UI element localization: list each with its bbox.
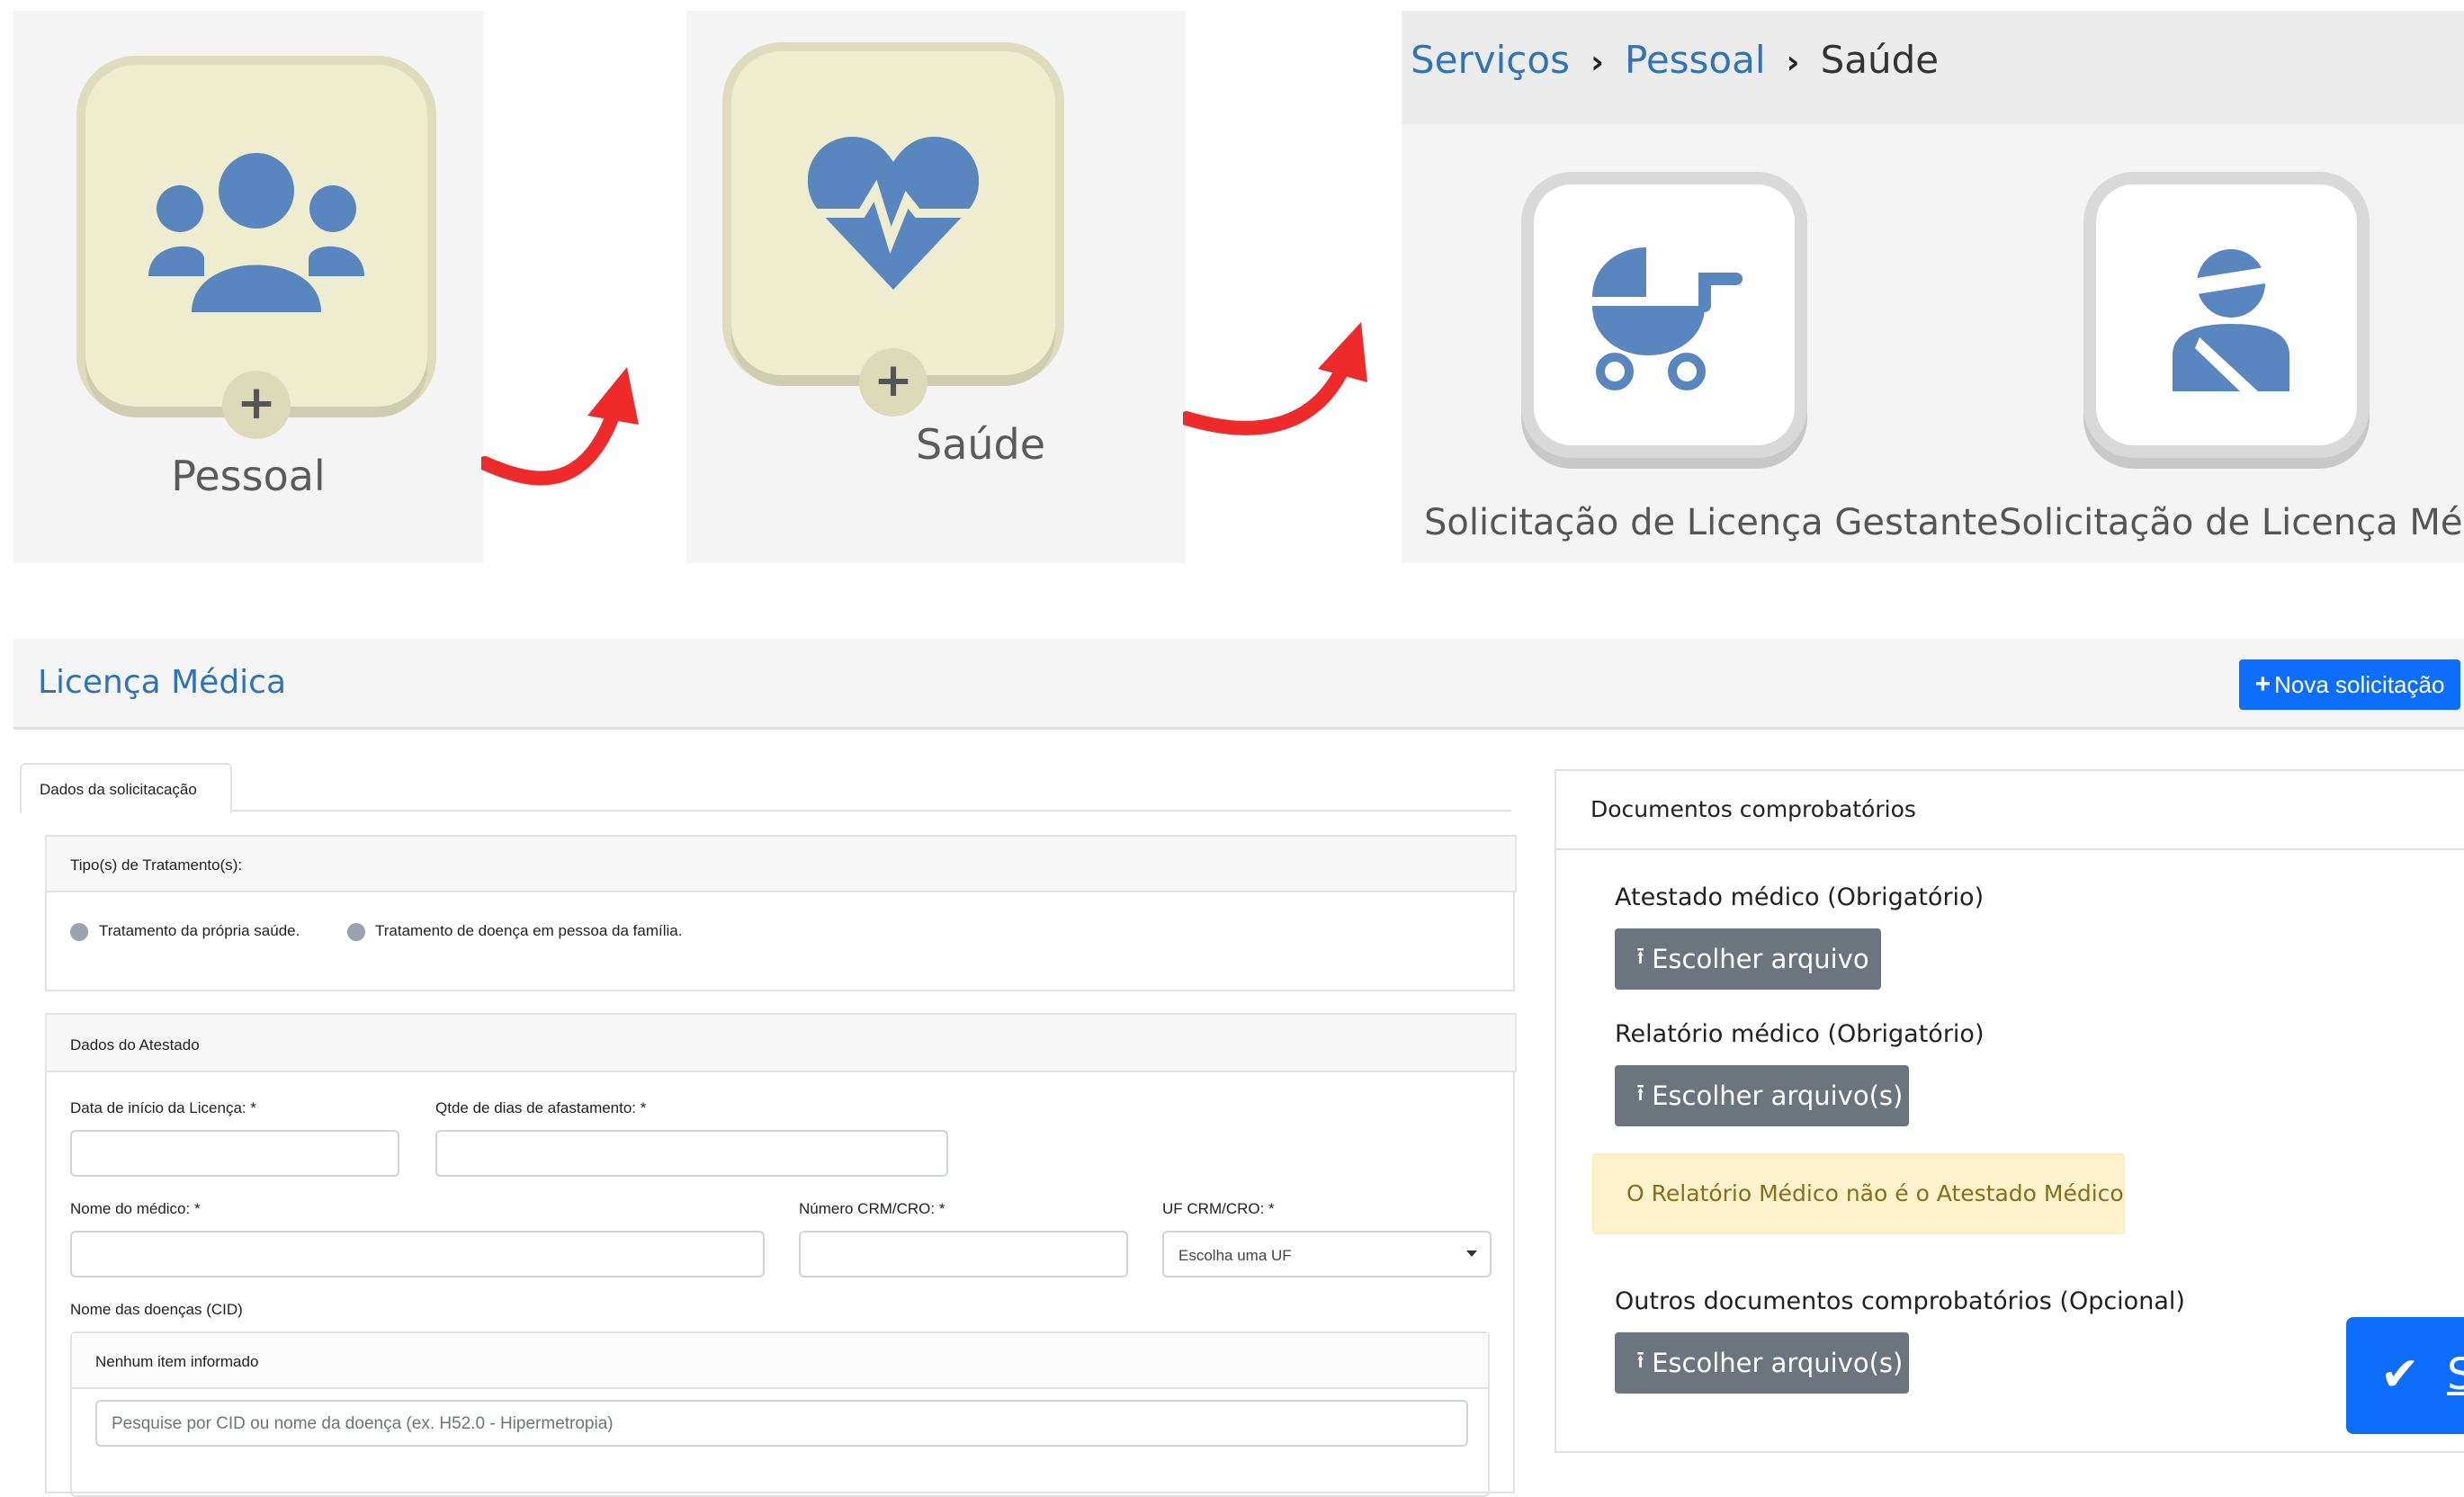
outros-file-button-label: Escolher arquivo(s) [1652, 1348, 1904, 1378]
add-icon: + [222, 371, 291, 439]
days-input[interactable] [435, 1130, 948, 1177]
plus-icon: + [2254, 669, 2271, 699]
heart-pulse-icon [808, 137, 979, 290]
breadcrumb-separator-icon: › [1786, 44, 1800, 81]
radio-family-health[interactable] [347, 923, 365, 941]
radio-own-health[interactable] [70, 923, 88, 941]
check-icon: ✔ [2380, 1348, 2420, 1402]
cid-label: Nome das doenças (CID) [70, 1301, 243, 1318]
radio-own-health-label: Tratamento da própria saúde. [99, 922, 300, 939]
uf-select[interactable]: Escolha uma UF [1162, 1231, 1492, 1277]
cid-box: Nenhum item informado Pesquise por CID o… [70, 1331, 1490, 1497]
caret-down-icon [1466, 1250, 1477, 1257]
warning-alert: O Relatório Médico não é o Atestado Médi… [1592, 1153, 2125, 1234]
pessoal-label: Pessoal [171, 452, 326, 500]
arrow-icon [481, 367, 639, 486]
saude-tile[interactable]: + [731, 51, 1055, 417]
atestado-file-label: Atestado médico (Obrigatório) [1615, 883, 1985, 911]
cid-search-input[interactable]: Pesquise por CID ou nome da doença (ex. … [95, 1400, 1468, 1447]
uf-select-value: Escolha uma UF [1178, 1247, 1292, 1264]
licenca-gestante-tile[interactable] [1534, 184, 1795, 445]
treatment-heading: Tipo(s) de Tratamento(s): [70, 856, 243, 874]
uf-label: UF CRM/CRO: * [1162, 1200, 1275, 1217]
saude-label: Saúde [916, 420, 1046, 469]
licenca-medica-tile[interactable] [2096, 184, 2357, 445]
outros-file-button[interactable]: ⭱ Escolher arquivo(s) [1615, 1332, 1909, 1394]
pessoal-tile[interactable]: + [85, 65, 427, 439]
radio-family-health-label: Tratamento de doença em pessoa da famíli… [375, 922, 683, 939]
treatment-card: Tipo(s) de Tratamento(s): Tratamento da … [45, 835, 1517, 991]
crm-label: Número CRM/CRO: * [799, 1200, 945, 1217]
breadcrumb-pessoal[interactable]: Pessoal [1625, 38, 1766, 82]
relatorio-file-label: Relatório médico (Obrigatório) [1615, 1020, 1985, 1048]
atestado-heading: Dados do Atestado [70, 1036, 200, 1053]
breadcrumb-saude: Saúde [1820, 38, 1940, 82]
upload-icon: ⭱ [1636, 1080, 1645, 1107]
injured-person-icon [2173, 249, 2289, 391]
start-date-label: Data de início da Licença: * [70, 1099, 256, 1116]
users-icon [148, 153, 364, 312]
baby-carriage-icon [1592, 247, 1743, 390]
documents-card: Documentos comprobatórios Atestado médic… [1555, 769, 2464, 1453]
days-label: Qtde de dias de afastamento: * [435, 1099, 647, 1116]
step-saude-panel: + Saúde [686, 11, 1186, 563]
licenca-medica-label[interactable]: Solicitação de Licença Médica [1999, 502, 2464, 543]
form-header: Licença Médica + Nova solicitação [13, 639, 2464, 730]
page-title: Licença Médica [38, 664, 287, 701]
start-date-input[interactable] [70, 1130, 399, 1177]
doctor-input[interactable] [70, 1231, 765, 1277]
atestado-card-header [45, 1013, 1517, 1072]
doctor-label: Nome do médico: * [70, 1200, 201, 1217]
tab-border [230, 810, 1511, 811]
breadcrumb: Serviços › Pessoal › Saúde [1402, 11, 2464, 124]
atestado-card: Dados do Atestado Data de início da Lice… [45, 1013, 1517, 1497]
documents-heading: Documentos comprobatórios [1590, 796, 1916, 822]
relatorio-file-button-label: Escolher arquivo(s) [1652, 1080, 1904, 1111]
arrow-icon [1183, 322, 1367, 435]
atestado-file-button[interactable]: ⭱ Escolher arquivo [1615, 928, 1881, 990]
licenca-gestante-label[interactable]: Solicitação de Licença Gestante [1424, 502, 1999, 543]
atestado-file-button-label: Escolher arquivo [1652, 944, 1869, 974]
upload-icon: ⭱ [1636, 943, 1645, 970]
submit-button[interactable]: ✔ S [2346, 1317, 2464, 1434]
crm-input[interactable] [799, 1231, 1128, 1277]
submit-button-label: S [2447, 1349, 2464, 1400]
new-request-button[interactable]: + Nova solicitação [2239, 659, 2460, 710]
new-request-label: Nova solicitação [2274, 670, 2445, 698]
warning-text: O Relatório Médico não é o Atestado Médi… [1626, 1180, 2124, 1206]
breadcrumb-separator-icon: › [1590, 44, 1604, 81]
breadcrumb-servicos[interactable]: Serviços [1411, 38, 1570, 82]
cid-search-placeholder: Pesquise por CID ou nome da doença (ex. … [112, 1414, 614, 1433]
add-icon: + [859, 348, 927, 417]
cid-empty-text: Nenhum item informado [95, 1353, 259, 1370]
tab-dados-da-solicitacao[interactable]: Dados da solicitacação [20, 763, 232, 813]
cid-box-header [72, 1333, 1488, 1389]
step-pessoal-panel: + Pessoal [13, 11, 483, 563]
upload-icon: ⭱ [1636, 1347, 1645, 1374]
tab-label: Dados da solicitacação [40, 781, 197, 798]
relatorio-file-button[interactable]: ⭱ Escolher arquivo(s) [1615, 1065, 1909, 1126]
outros-file-label: Outros documentos comprobatórios (Opcion… [1615, 1287, 2185, 1315]
treatment-card-header [45, 835, 1517, 892]
